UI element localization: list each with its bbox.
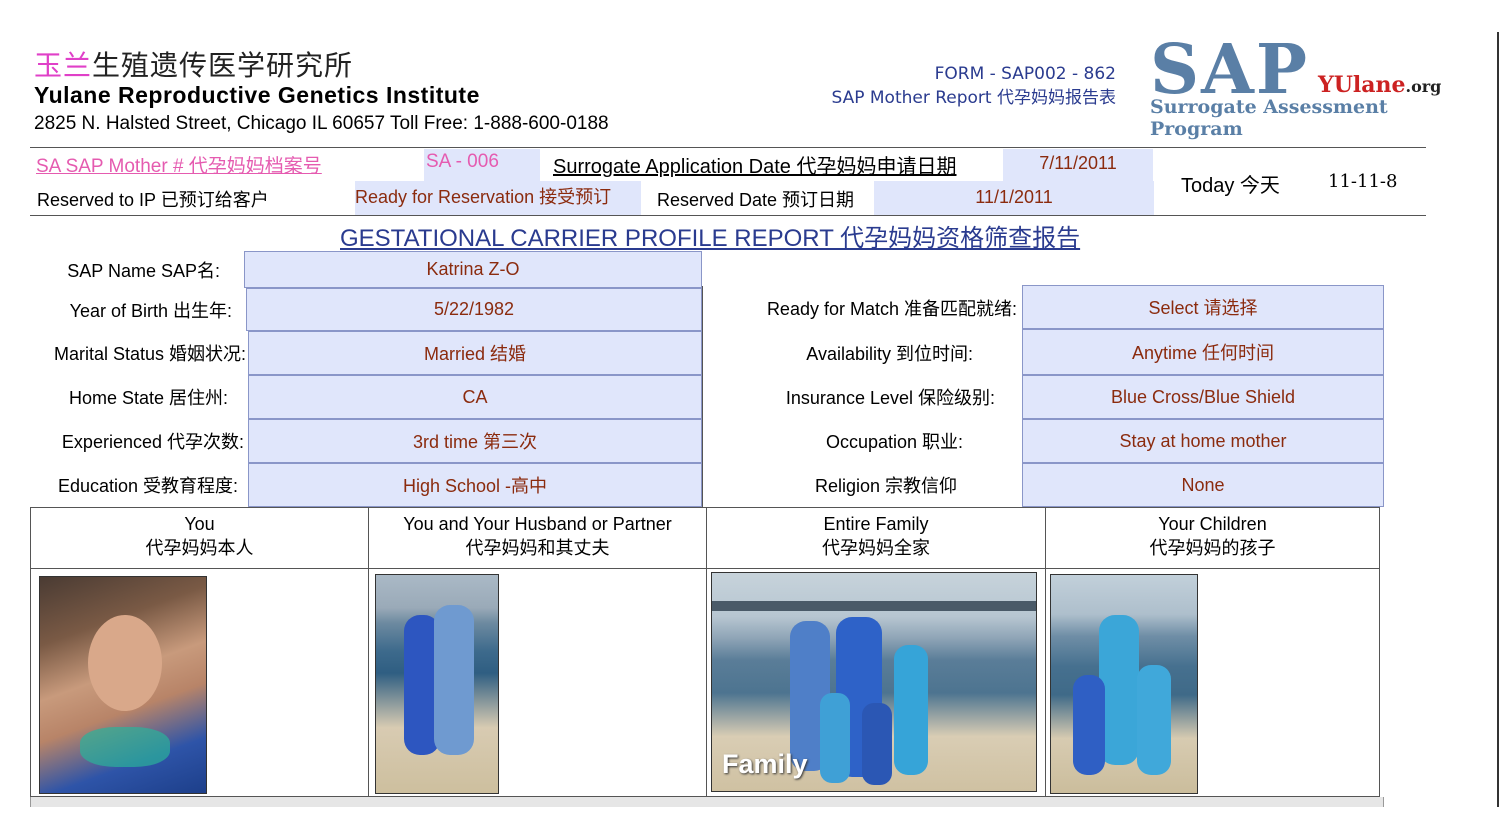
photo-surrogate [39, 576, 207, 794]
field-label-home-state: Home State 居住州: [68, 388, 228, 408]
person-shape [434, 605, 474, 755]
field-value-experienced: 3rd time 第三次 [248, 419, 702, 463]
institute-address: 2825 N. Halsted Street, Chicago IL 60657… [34, 113, 609, 134]
column-title-en: You [184, 514, 215, 534]
photo-column-header: Entire Family 代孕妈妈全家 [707, 508, 1045, 569]
column-title-cn: 代孕妈妈的孩子 [1149, 538, 1276, 558]
person-shape [1073, 675, 1105, 775]
field-value-year-of-birth: 5/22/1982 [246, 288, 702, 331]
field-label-sap-name: SAP Name SAP名: [67, 260, 220, 281]
institute-english-name: Yulane Reproductive Genetics Institute [34, 82, 480, 108]
column-title-en: You and Your Husband or Partner [403, 514, 672, 534]
person-shape [1099, 615, 1139, 765]
field-value-availability: Anytime 任何时间 [1022, 329, 1384, 375]
logo-program: Surrogate Assessment Program [1150, 96, 1388, 140]
sap-logo: SAP YUlane.org Surrogate Assessment Prog… [1150, 30, 1470, 140]
face-shape [88, 615, 162, 711]
reserved-to-ip-label: Reserved to IP 已预订给客户 [37, 190, 269, 210]
page-edge-bar [1497, 32, 1499, 807]
field-value-education: High School -高中 [248, 463, 702, 507]
person-shape [894, 645, 928, 775]
reservation-status: Ready for Reservation 接受预订 [355, 181, 641, 215]
application-date-value: 7/11/2011 [1003, 149, 1153, 181]
today-label: Today 今天 [1181, 175, 1280, 197]
photo-family: Family [711, 572, 1037, 792]
report-title: GESTATIONAL CARRIER PROFILE REPORT 代孕妈妈资… [340, 225, 1081, 252]
photo-column-header: You and Your Husband or Partner 代孕妈妈和其丈夫 [369, 508, 706, 569]
field-value-ready-for-match: Select 请选择 [1022, 285, 1384, 329]
sa-number-label: SA SAP Mother # 代孕妈妈档案号 [36, 156, 322, 177]
reserved-date-value: 11/1/2011 [874, 181, 1154, 215]
necklace-shape [80, 727, 170, 767]
logo-brand-suffix: .org [1405, 77, 1442, 96]
form-title: SAP Mother Report 代孕妈妈报告表 [831, 88, 1116, 108]
field-label-marital-status: Marital Status 婚姻状况: [53, 344, 246, 364]
field-value-religion: None [1022, 463, 1384, 507]
photo-column-header: Your Children 代孕妈妈的孩子 [1046, 508, 1379, 569]
institute-chinese-name: 玉兰生殖遗传医学研究所 [34, 44, 353, 84]
photo-couple [375, 574, 499, 794]
sa-number-box: SA - 006 [424, 149, 540, 181]
reserved-date-label: Reserved Date 预订日期 [657, 190, 855, 210]
bridge-shape [712, 601, 1036, 611]
field-label-experienced: Experienced 代孕次数: [61, 432, 244, 452]
column-title-cn: 代孕妈妈和其丈夫 [465, 538, 610, 558]
today-value: 11-11-8 [1328, 171, 1398, 192]
institute-chinese-rest: 生殖遗传医学研究所 [92, 49, 354, 82]
photo-grid: You 代孕妈妈本人 You and Your Husband or Partn… [30, 507, 1380, 797]
column-title-en: Your Children [1158, 514, 1267, 534]
column-title-en: Entire Family [823, 514, 929, 534]
photo-column-header: You 代孕妈妈本人 [31, 508, 368, 569]
field-label-ready-for-match: Ready for Match 准备匹配就绪: [766, 299, 1017, 319]
info-bottom-rule [30, 215, 1426, 216]
column-title-cn: 代孕妈妈全家 [822, 538, 930, 558]
photo-column-couple: You and Your Husband or Partner 代孕妈妈和其丈夫 [369, 508, 707, 796]
field-value-home-state: CA [248, 375, 702, 419]
field-label-religion: Religion 宗教信仰 [814, 476, 957, 496]
family-photo-caption: Family [722, 749, 808, 779]
bottom-strip [30, 797, 1384, 807]
photo-children [1050, 574, 1198, 794]
field-label-education: Education 受教育程度: [57, 476, 238, 496]
photo-column-you: You 代孕妈妈本人 [31, 508, 369, 796]
field-label-insurance-level: Insurance Level 保险级别: [785, 388, 995, 408]
field-label-year-of-birth: Year of Birth 出生年: [69, 300, 232, 321]
top-rule [30, 147, 1426, 148]
field-value-insurance-level: Blue Cross/Blue Shield [1022, 375, 1384, 419]
field-value-marital-status: Married 结婚 [248, 331, 702, 375]
field-value-sap-name: Katrina Z-O [244, 251, 702, 288]
person-shape [862, 703, 892, 785]
field-value-occupation: Stay at home mother [1022, 419, 1384, 463]
field-divider [702, 286, 703, 507]
person-shape [1137, 665, 1171, 775]
application-date-label: Surrogate Application Date 代孕妈妈申请日期 [553, 156, 957, 178]
form-number: FORM - SAP002 - 862 [934, 64, 1116, 84]
field-label-occupation: Occupation 职业: [825, 432, 963, 452]
field-label-availability: Availability 到位时间: [806, 344, 973, 364]
photo-column-family: Entire Family 代孕妈妈全家 Family [707, 508, 1046, 796]
logo-brand: YUlane.org [1318, 72, 1441, 98]
logo-brand-name: YUlane [1318, 72, 1406, 98]
institute-chinese-prefix: 玉兰 [34, 49, 93, 82]
column-title-cn: 代孕妈妈本人 [145, 538, 254, 558]
person-shape [820, 693, 850, 783]
sa-number-value: SA - 006 [426, 151, 499, 172]
photo-column-children: Your Children 代孕妈妈的孩子 [1046, 508, 1379, 796]
